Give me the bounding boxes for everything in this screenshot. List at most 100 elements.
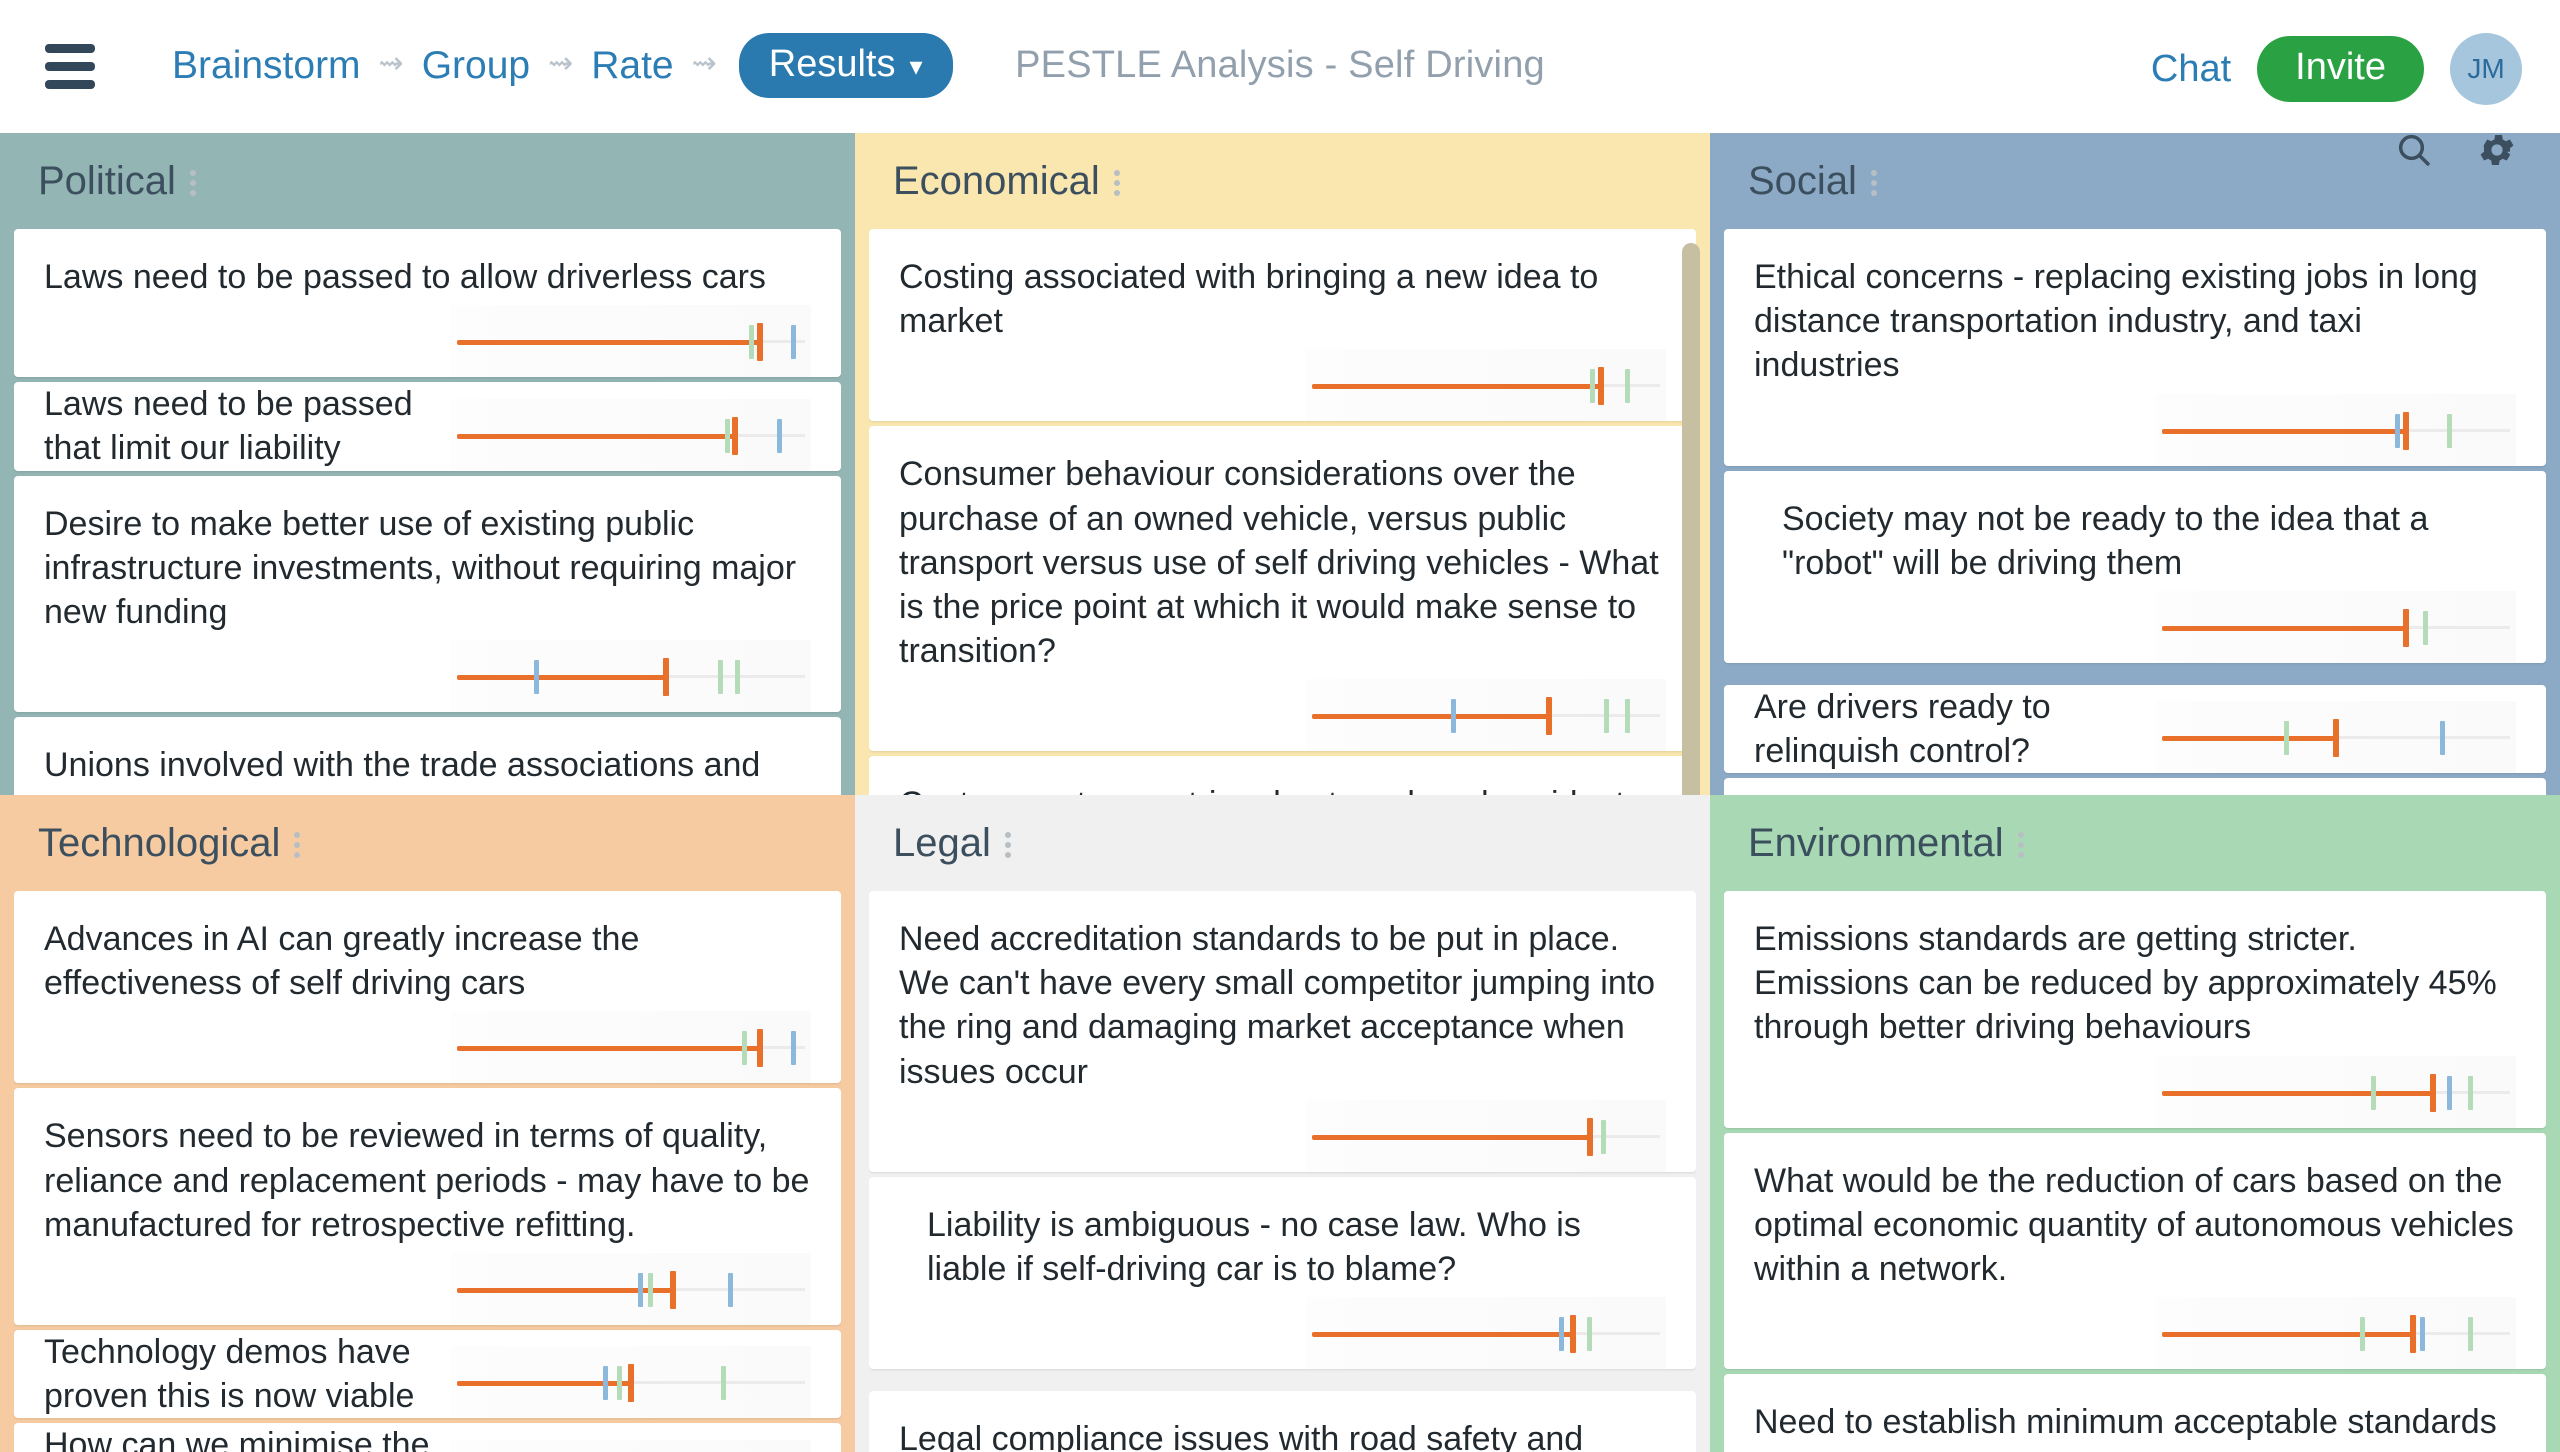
idea-card[interactable]: Emissions standards are getting stricter… [1724,891,2546,1128]
idea-card[interactable]: Liability is ambiguous - no case law. Wh… [869,1176,1696,1388]
idea-card-text: Need to establish minimum acceptable sta… [1754,1403,2497,1452]
rating-widget[interactable] [2156,393,2516,466]
idea-card-text: Society may not be ready to the idea tha… [1782,499,2429,582]
rating-widget[interactable] [2156,1297,2516,1370]
rating-mean-tick [1587,1117,1594,1156]
rating-mean-bar [2162,625,2406,631]
kebab-menu-icon[interactable] [1870,170,1877,196]
idea-card-text: Advances in AI can greatly increase the … [44,920,640,1003]
panel-header-technological: Technological [0,795,855,891]
panel-political: Political Laws need to be passed to allow… [0,133,855,795]
idea-card[interactable]: What would that mean if there is no long… [1724,778,2546,795]
idea-card-text: Need accreditation standards to be put i… [899,920,1656,1091]
idea-card[interactable]: Laws need to be passed that limit our li… [14,382,841,471]
rating-vote-tick-green [718,660,723,695]
rating-mean-tick [2402,608,2409,647]
rating-widget[interactable] [451,1011,811,1084]
rating-widget[interactable] [451,1439,811,1452]
rating-widget[interactable] [2156,1055,2516,1128]
top-bar: Brainstorm ⇝ Group ⇝ Rate ⇝ Results ▾ PE… [0,0,2560,133]
rating-widget[interactable] [451,640,811,713]
rating-vote-tick-green [1586,1317,1592,1352]
breadcrumb-arrow-icon: ⇝ [378,47,404,80]
rating-widget[interactable] [1306,679,1666,752]
hamburger-bar [45,44,95,53]
idea-card-text: Are drivers ready to relinquish control? [1754,687,2051,771]
idea-card[interactable]: Technology demos have proven this is now… [14,1329,841,1419]
rating-vote-tick-green [721,1366,727,1401]
rating-widget[interactable] [451,398,811,471]
rating-mean-bar [2162,1090,2434,1096]
idea-card-text: Liability is ambiguous - no case law. Wh… [927,1205,1581,1288]
panel-header-economical: Economical [855,133,1710,229]
breadcrumb-item-group[interactable]: Group [418,44,534,88]
rating-widget[interactable] [451,305,811,378]
idea-card[interactable]: How can we minimise the risks [14,1423,841,1452]
chevron-down-icon: ▾ [909,51,923,81]
idea-card[interactable]: Consumer behaviour considerations over t… [869,426,1696,752]
breadcrumb-item-brainstorm[interactable]: Brainstorm [168,44,365,88]
rating-widget[interactable] [1306,349,1666,422]
rating-vote-tick-green [1625,369,1631,404]
idea-card[interactable]: Unions involved with the trade associati… [14,717,841,795]
idea-card[interactable]: Advances in AI can greatly increase the … [14,891,841,1084]
panel-technological: Technological Advances in AI can greatly … [0,795,855,1452]
rating-widget[interactable] [2156,590,2516,663]
rating-vote-tick-blue [777,418,783,453]
rating-mean-tick [732,416,739,455]
results-dropdown-button[interactable]: Results ▾ [738,33,953,98]
panel-title-economical: Economical [893,158,1100,203]
idea-card[interactable]: Sensors need to be reviewed in terms of … [14,1088,841,1325]
idea-card-text: What would be the reduction of cars base… [1754,1161,2514,1288]
rating-widget[interactable] [1306,1099,1666,1172]
idea-card[interactable]: Are drivers ready to relinquish control? [1724,684,2546,774]
rating-mean-bar [457,1046,760,1052]
rating-widget[interactable] [2156,701,2516,774]
idea-card[interactable]: Society may not be ready to the idea tha… [1724,470,2546,682]
search-icon[interactable] [2394,133,2434,175]
gear-icon[interactable] [2476,133,2518,176]
panel-economical: Economical Costing associated with bringi… [855,133,1710,795]
hamburger-menu-icon[interactable] [45,44,95,90]
chat-link[interactable]: Chat [2151,48,2231,91]
kebab-menu-icon[interactable] [1113,170,1120,196]
kebab-menu-icon[interactable] [2017,832,2024,858]
rating-mean-bar [457,340,760,346]
breadcrumb-item-rate[interactable]: Rate [587,44,677,88]
avatar[interactable]: JM [2450,33,2522,105]
invite-button[interactable]: Invite [2257,36,2424,102]
panel-header-environmental: Environmental [1710,795,2560,891]
idea-card[interactable]: Ethical concerns - replacing existing jo… [1724,229,2546,466]
rating-mean-tick [2333,719,2339,758]
rating-widget[interactable] [451,1252,811,1325]
idea-card[interactable]: Cost saves to countries due to reduced a… [869,756,1696,795]
rating-mean-bar [457,675,666,681]
kebab-menu-icon[interactable] [1004,832,1011,858]
top-bar-actions: Chat Invite JM [2151,33,2522,105]
idea-card[interactable]: Need to establish minimum acceptable sta… [1724,1374,2546,1452]
kebab-menu-icon[interactable] [189,170,196,196]
rating-vote-tick-green [742,1031,748,1066]
rating-mean-tick [2430,1073,2437,1112]
rating-vote-tick-green [648,1272,654,1307]
idea-card-text: Consumer behaviour considerations over t… [899,455,1659,671]
panel-social: Social Ethical concerns - replacing exist… [1710,133,2560,795]
idea-card[interactable]: Desire to make better use of existing pu… [14,475,841,713]
rating-widget[interactable] [1306,1297,1666,1370]
idea-card[interactable]: Costing associated with bringing a new i… [869,229,1696,422]
rating-vote-tick-blue [533,660,539,695]
rating-mean-tick [662,658,669,697]
rating-mean-tick [2409,1315,2416,1354]
idea-card[interactable]: Laws need to be passed to allow driverle… [14,229,841,378]
rating-vote-tick-green [1625,699,1631,734]
idea-card[interactable]: Legal compliance issues with road safety… [869,1391,1696,1452]
kebab-menu-icon[interactable] [294,832,301,858]
idea-card[interactable]: What would be the reduction of cars base… [1724,1132,2546,1370]
results-label: Results [768,43,896,85]
idea-card[interactable]: Need accreditation standards to be put i… [869,891,1696,1172]
vertical-scrollbar[interactable] [1682,243,1700,795]
rating-vote-tick-green [749,325,755,360]
rating-widget[interactable] [451,1346,811,1419]
rating-vote-tick-blue [637,1272,643,1307]
rating-vote-tick-blue [1451,699,1457,734]
